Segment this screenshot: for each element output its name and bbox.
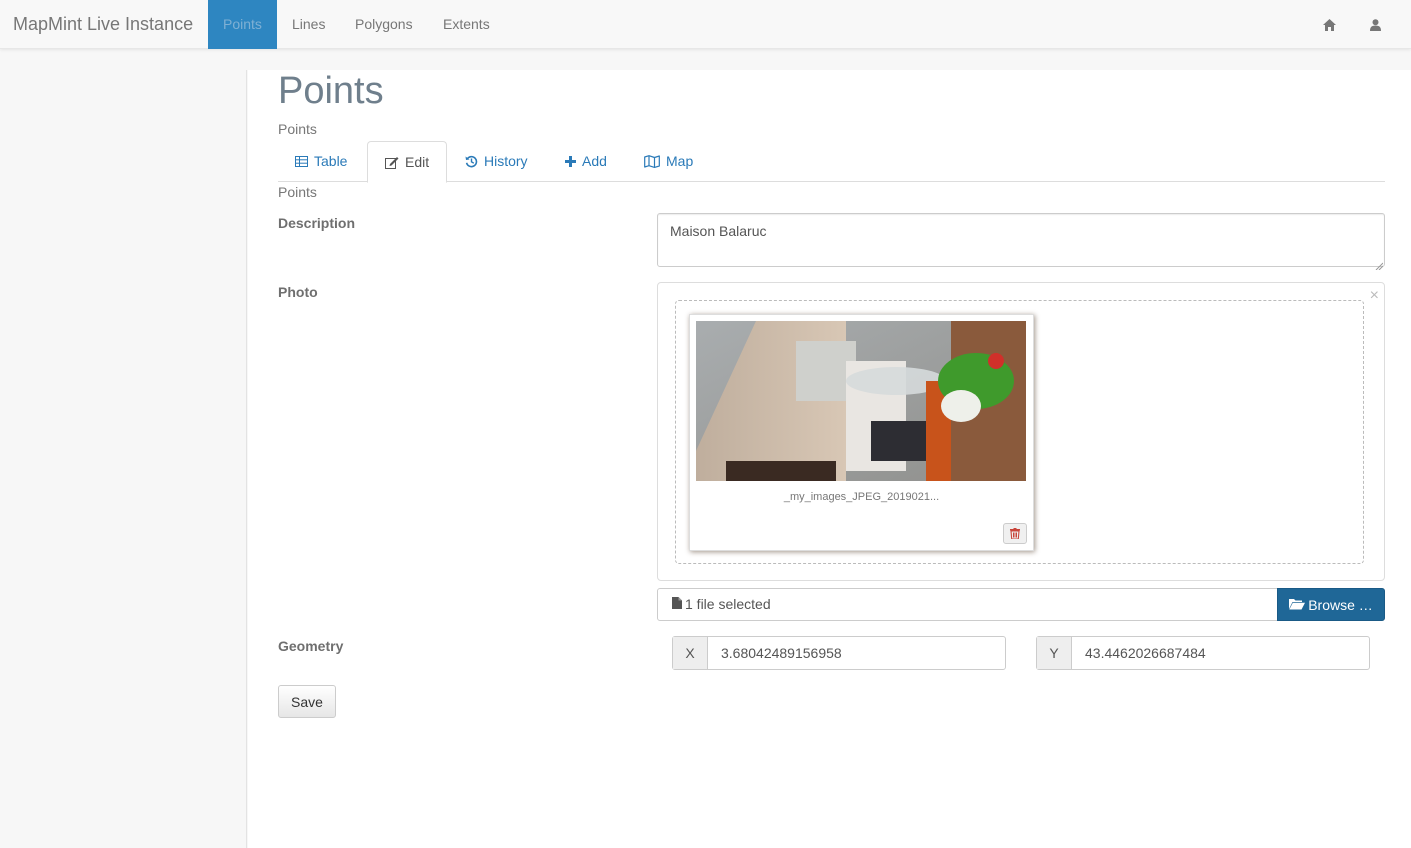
nav-item-extents[interactable]: Extents bbox=[428, 0, 505, 49]
description-label: Description bbox=[278, 215, 356, 231]
file-input[interactable]: 1 file selected Browse … bbox=[657, 588, 1385, 621]
photo-preview-panel: × _my_images_JPEG_2019021... bbox=[657, 282, 1385, 581]
file-caption: 1 file selected bbox=[672, 589, 771, 620]
page-title: Points bbox=[278, 70, 384, 112]
tab-label: Add bbox=[582, 153, 607, 169]
table-icon bbox=[295, 156, 308, 167]
x-coordinate-input[interactable]: 3.68042489156958 bbox=[721, 637, 842, 669]
save-button[interactable]: Save bbox=[278, 685, 336, 718]
description-value: Maison Balaruc bbox=[670, 223, 767, 239]
home-icon[interactable] bbox=[1314, 0, 1344, 49]
y-coordinate-group: Y 43.4462026687484 bbox=[1036, 636, 1370, 670]
sidebar bbox=[0, 70, 247, 848]
x-addon: X bbox=[673, 637, 708, 669]
tab-map[interactable]: Map bbox=[627, 141, 710, 182]
tab-label: Table bbox=[314, 153, 348, 169]
file-status: 1 file selected bbox=[685, 596, 771, 612]
close-icon[interactable]: × bbox=[1370, 288, 1379, 304]
plus-icon bbox=[565, 156, 576, 167]
top-navbar: MapMint Live Instance Points Lines Polyg… bbox=[0, 0, 1411, 49]
tab-label: History bbox=[484, 153, 528, 169]
browse-button[interactable]: Browse … bbox=[1277, 588, 1385, 621]
photo-filename: _my_images_JPEG_2019021... bbox=[783, 491, 940, 503]
resize-grip-icon[interactable] bbox=[1375, 257, 1384, 271]
tab-table[interactable]: Table bbox=[278, 141, 364, 182]
nav-item-polygons[interactable]: Polygons bbox=[340, 0, 428, 49]
main-content: Points Points Table Edit History Add Map… bbox=[248, 70, 1411, 848]
photo-thumbnail: _my_images_JPEG_2019021... bbox=[689, 314, 1034, 551]
browse-label: Browse … bbox=[1308, 596, 1373, 613]
geometry-label: Geometry bbox=[278, 638, 344, 654]
delete-photo-button[interactable] bbox=[1003, 523, 1027, 544]
tab-label: Map bbox=[666, 153, 694, 169]
map-icon bbox=[644, 155, 660, 168]
tab-history[interactable]: History bbox=[448, 141, 545, 182]
file-icon bbox=[672, 589, 682, 620]
description-textarea[interactable]: Maison Balaruc bbox=[657, 213, 1385, 271]
tab-label: Edit bbox=[405, 153, 430, 170]
section-label: Points bbox=[278, 184, 317, 200]
page-subtitle: Points bbox=[278, 121, 317, 137]
folder-open-icon bbox=[1289, 597, 1306, 613]
edit-icon bbox=[385, 156, 399, 169]
y-addon: Y bbox=[1037, 637, 1072, 669]
brand-title[interactable]: MapMint Live Instance bbox=[13, 0, 193, 49]
user-icon[interactable] bbox=[1360, 0, 1390, 49]
y-coordinate-input[interactable]: 43.4462026687484 bbox=[1085, 637, 1206, 669]
photo-image bbox=[696, 321, 1026, 481]
nav-item-lines[interactable]: Lines bbox=[277, 0, 340, 49]
tab-edit[interactable]: Edit bbox=[367, 141, 448, 183]
tab-add[interactable]: Add bbox=[548, 141, 624, 182]
file-drop-zone[interactable]: _my_images_JPEG_2019021... bbox=[675, 300, 1364, 564]
trash-icon bbox=[1010, 526, 1020, 542]
x-coordinate-group: X 3.68042489156958 bbox=[672, 636, 1006, 670]
nav-item-points[interactable]: Points bbox=[208, 0, 277, 49]
history-icon bbox=[465, 155, 478, 168]
tab-bar: Table Edit History Add Map bbox=[278, 141, 1385, 183]
photo-label: Photo bbox=[278, 284, 318, 300]
